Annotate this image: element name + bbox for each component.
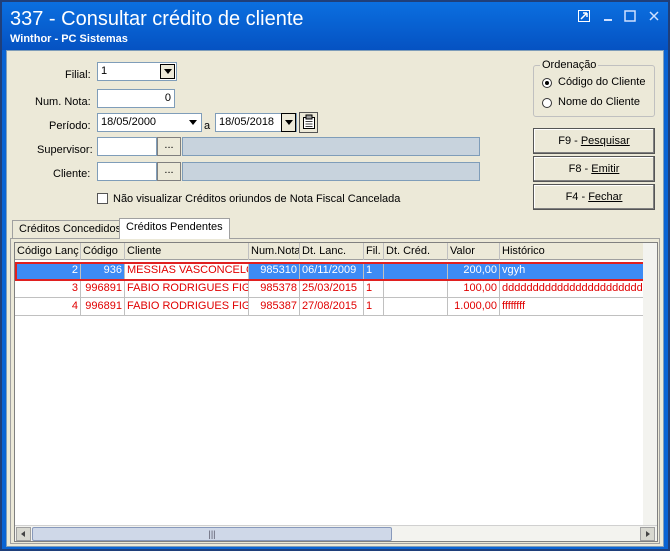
supervisor-code-input[interactable]	[97, 137, 157, 156]
periodo-separator: a	[204, 120, 211, 132]
cancelled-nf-checkbox[interactable]	[97, 193, 108, 204]
cell-dt-cred	[384, 262, 448, 280]
chevron-down-icon[interactable]	[160, 64, 175, 79]
cell-lanc: 2	[15, 262, 81, 280]
num-nota-input[interactable]: 0	[97, 89, 175, 108]
horizontal-scrollbar[interactable]: |||	[15, 525, 657, 541]
table-row[interactable]: 3 996891 FABIO RODRIGUES FIGU 985378 25/…	[15, 280, 657, 298]
cell-nota: 985310	[249, 262, 300, 280]
client-area: Filial: 1 Num. Nota: 0 Período: 18/05/20…	[6, 50, 664, 547]
cell-dt-cred	[384, 280, 448, 298]
emitir-button[interactable]: F8 - Emitir	[533, 156, 655, 182]
table-row[interactable]: 2 936 MESSIAS VASCONCELOS 985310 06/11/2…	[15, 262, 657, 280]
cliente-name-field	[182, 162, 480, 181]
supervisor-name-field	[182, 137, 480, 156]
emitir-key: F8 -	[568, 163, 592, 175]
cell-dt-lanc: 06/11/2009	[300, 262, 364, 280]
cell-valor: 100,00	[448, 280, 500, 298]
cell-nota: 985387	[249, 298, 300, 316]
periodo-end-dropdown[interactable]	[281, 113, 296, 132]
cancelled-nf-label: Não visualizar Créditos oriundos de Nota…	[113, 193, 401, 205]
cell-cliente: MESSIAS VASCONCELOS	[125, 262, 249, 280]
pesquisar-button[interactable]: F9 - Pesquisar	[533, 128, 655, 154]
col-codigo[interactable]: Código	[81, 243, 125, 260]
cell-cliente: FABIO RODRIGUES FIGU	[125, 280, 249, 298]
resize-icon[interactable]	[576, 10, 592, 24]
cell-nota: 985378	[249, 280, 300, 298]
radio-codigo-cliente[interactable]	[542, 78, 552, 88]
filial-label: Filial:	[65, 69, 91, 81]
periodo-label: Período:	[49, 120, 91, 132]
cell-lanc: 3	[15, 280, 81, 298]
tab-panel: Código Lanç Código Cliente Num.Nota Dt. …	[10, 238, 660, 544]
emitir-label: Emitir	[591, 163, 620, 175]
window-subtitle: Winthor - PC Sistemas	[10, 33, 128, 45]
cell-fil: 1	[364, 280, 384, 298]
tab-creditos-pendentes[interactable]: Créditos Pendentes	[119, 218, 230, 239]
table-row[interactable]: 4 996891 FABIO RODRIGUES FIGU 985387 27/…	[15, 298, 657, 316]
col-dt-cred[interactable]: Dt. Créd.	[384, 243, 448, 260]
pesquisar-key: F9 -	[558, 135, 581, 147]
col-historico[interactable]: Histórico	[500, 243, 657, 260]
scroll-right-icon[interactable]	[640, 527, 655, 541]
radio-nome-cliente-label: Nome do Cliente	[558, 96, 640, 108]
window-title: 337 - Consultar crédito de cliente	[10, 8, 304, 30]
maximize-icon[interactable]	[622, 10, 638, 24]
tab-creditos-concedidos[interactable]: Créditos Concedidos	[12, 220, 129, 238]
col-cliente[interactable]: Cliente	[125, 243, 249, 260]
periodo-start-value: 18/05/2000	[101, 116, 157, 128]
col-codigo-lanc[interactable]: Código Lanç	[15, 243, 81, 260]
cell-lanc: 4	[15, 298, 81, 316]
cell-fil: 1	[364, 262, 384, 280]
num-nota-label: Num. Nota:	[35, 96, 91, 108]
title-bar[interactable]: 337 - Consultar crédito de cliente Winth…	[2, 2, 668, 50]
periodo-start-input[interactable]: 18/05/2000	[97, 113, 202, 132]
col-num-nota[interactable]: Num.Nota	[249, 243, 300, 260]
cell-fil: 1	[364, 298, 384, 316]
radio-codigo-cliente-label: Código do Cliente	[558, 76, 646, 88]
cell-historico: vgyh	[500, 262, 657, 280]
cell-dt-lanc: 27/08/2015	[300, 298, 364, 316]
cliente-code-input[interactable]	[97, 162, 157, 181]
fechar-key: F4 -	[565, 191, 589, 203]
credits-grid[interactable]: Código Lanç Código Cliente Num.Nota Dt. …	[14, 242, 658, 542]
supervisor-search-button[interactable]: ...	[157, 137, 181, 156]
cell-historico: dddddddddddddddddddddddddd	[500, 280, 657, 298]
pesquisar-label: Pesquisar	[580, 135, 630, 147]
col-fil[interactable]: Fil.	[364, 243, 384, 260]
cliente-label: Cliente:	[53, 168, 91, 180]
cell-codigo: 996891	[81, 298, 125, 316]
fechar-button[interactable]: F4 - Fechar	[533, 184, 655, 210]
cell-dt-cred	[384, 298, 448, 316]
cell-valor: 200,00	[448, 262, 500, 280]
close-icon[interactable]	[646, 10, 662, 24]
cell-codigo: 996891	[81, 280, 125, 298]
calendar-icon[interactable]	[299, 112, 318, 133]
scroll-thumb[interactable]: |||	[32, 527, 392, 541]
chevron-down-icon[interactable]	[185, 115, 200, 130]
cliente-search-button[interactable]: ...	[157, 162, 181, 181]
col-valor[interactable]: Valor	[448, 243, 500, 260]
cell-cliente: FABIO RODRIGUES FIGU	[125, 298, 249, 316]
col-dt-lanc[interactable]: Dt. Lanc.	[300, 243, 364, 260]
grid-header: Código Lanç Código Cliente Num.Nota Dt. …	[15, 243, 657, 260]
scroll-left-icon[interactable]	[16, 527, 31, 541]
window-frame: 337 - Consultar crédito de cliente Winth…	[0, 0, 670, 551]
cell-dt-lanc: 25/03/2015	[300, 280, 364, 298]
filial-select[interactable]: 1	[97, 62, 177, 81]
ordenacao-title: Ordenação	[540, 59, 599, 71]
cell-valor: 1.000,00	[448, 298, 500, 316]
filial-value: 1	[101, 65, 108, 77]
cell-historico: ffffffff	[500, 298, 657, 316]
cell-codigo: 936	[81, 262, 125, 280]
vertical-scrollbar[interactable]	[643, 243, 657, 527]
fechar-label: Fechar	[588, 191, 623, 203]
radio-nome-cliente[interactable]	[542, 98, 552, 108]
minimize-icon[interactable]	[600, 10, 616, 24]
ordenacao-group: Ordenação Código do Cliente Nome do Clie…	[533, 59, 655, 117]
supervisor-label: Supervisor:	[37, 144, 93, 156]
